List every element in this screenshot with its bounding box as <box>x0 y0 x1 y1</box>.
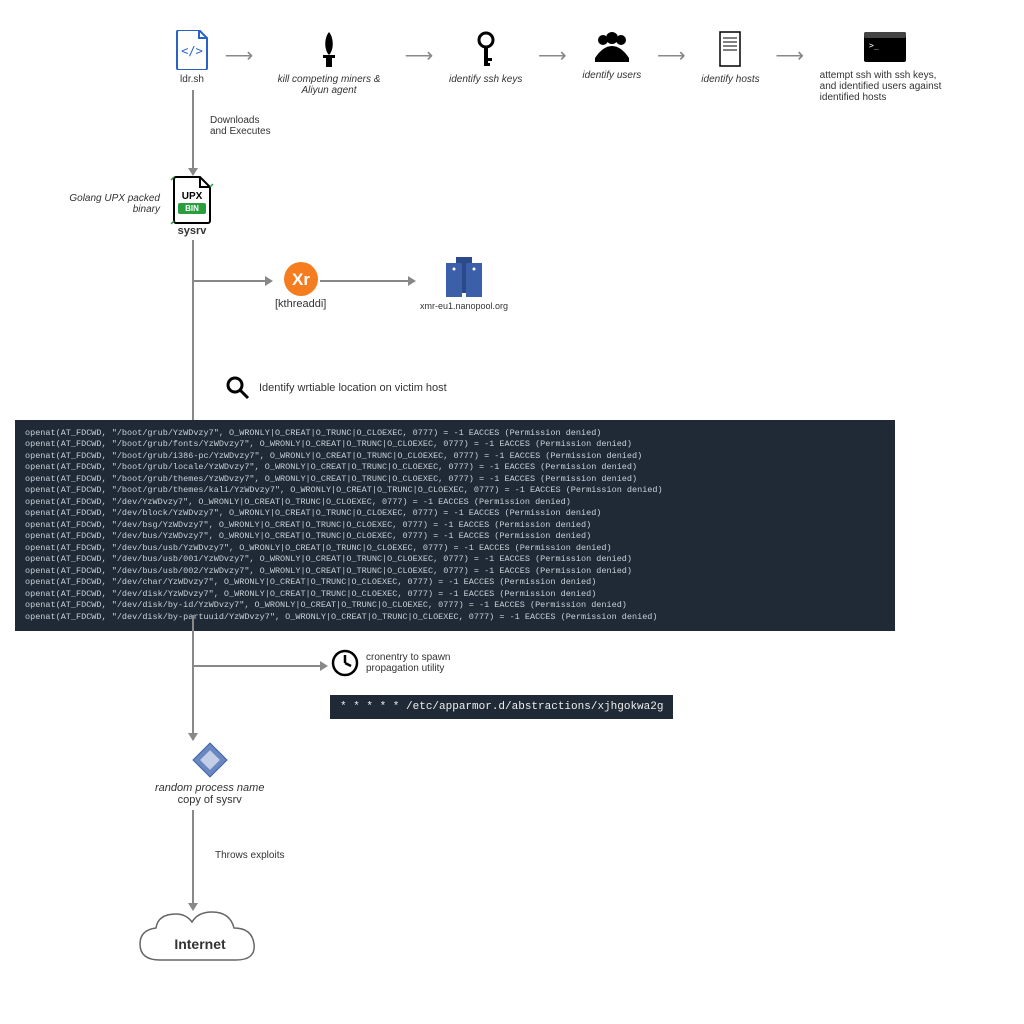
cronentry-node: cronentry to spawn propagation utility <box>330 648 451 678</box>
arrow-icon: ⟶ <box>651 35 691 75</box>
ldr-sh-node: </> ldr.sh <box>175 30 209 85</box>
random-process-label-1: random process name <box>155 782 264 794</box>
hosts-label: identify hosts <box>701 74 759 85</box>
upx-bin-file-icon: UPX BIN <box>170 175 214 225</box>
arrow-down <box>192 615 194 735</box>
script-file-icon: </> <box>175 30 209 70</box>
attempt-ssh-node: >_ attempt ssh with ssh keys, and identi… <box>820 30 950 103</box>
svg-text:Xr: Xr <box>292 270 310 289</box>
arrow-icon: ⟶ <box>770 35 810 75</box>
cron-label-2: propagation utility <box>366 663 451 674</box>
kill-label: kill competing miners & Aliyun agent <box>269 74 389 96</box>
sysrv-label: sysrv <box>170 225 214 237</box>
sysrv-node: UPX BIN sysrv <box>170 175 214 237</box>
users-icon <box>589 30 635 66</box>
downloads-label: Downloads and Executes <box>210 115 271 137</box>
random-process-label-2: copy of sysrv <box>155 794 264 806</box>
svg-text:UPX: UPX <box>182 191 203 202</box>
attempt-label: attempt ssh with ssh keys, and identifie… <box>820 70 950 103</box>
cron-line: * * * * * /etc/apparmor.d/abstractions/x… <box>330 695 673 719</box>
terminal-output: openat(AT_FDCWD, "/boot/grub/YzWDvzy7", … <box>15 420 895 631</box>
nanopool-node: xmr-eu1.nanopool.org <box>420 253 508 311</box>
writable-label: Identify wrtiable location on victim hos… <box>259 382 447 394</box>
ssh-keys-label: identify ssh keys <box>449 74 522 85</box>
clock-icon <box>330 648 360 678</box>
kthreaddi-label: [kthreaddi] <box>275 298 326 310</box>
server-icon <box>717 30 743 70</box>
users-node: identify users <box>582 30 641 81</box>
ldr-label: ldr.sh <box>180 74 204 85</box>
line-down <box>192 240 194 420</box>
magnifier-icon <box>225 375 251 401</box>
arrow-right <box>192 280 267 282</box>
svg-text:</>: </> <box>181 44 203 58</box>
writable-node: Identify wrtiable location on victim hos… <box>225 375 447 401</box>
ssh-keys-node: identify ssh keys <box>449 30 522 85</box>
arrow-down <box>192 90 194 170</box>
internet-node: Internet <box>130 910 270 983</box>
knife-icon <box>314 30 344 70</box>
svg-text:>_: >_ <box>869 41 879 50</box>
internet-label: Internet <box>130 936 270 952</box>
key-icon <box>471 30 501 70</box>
cron-label-1: cronentry to spawn <box>366 652 451 663</box>
arrow-right <box>192 665 322 667</box>
server-stack-icon <box>442 253 486 301</box>
arrow-icon: ⟶ <box>399 35 439 75</box>
hosts-node: identify hosts <box>701 30 759 85</box>
xr-icon: Xr <box>282 260 320 298</box>
diamond-file-icon <box>188 738 232 782</box>
throws-label: Throws exploits <box>215 850 284 861</box>
random-process-node: random process name copy of sysrv <box>155 738 264 806</box>
arrow-icon: ⟶ <box>219 35 259 75</box>
nanopool-label: xmr-eu1.nanopool.org <box>420 301 508 311</box>
golang-label: Golang UPX packed binary <box>65 193 160 215</box>
arrow-right <box>320 280 410 282</box>
svg-text:BIN: BIN <box>185 204 199 213</box>
terminal-window-icon: >_ <box>862 30 908 66</box>
kill-node: kill competing miners & Aliyun agent <box>269 30 389 96</box>
arrow-down <box>192 810 194 905</box>
users-label: identify users <box>582 70 641 81</box>
arrow-icon: ⟶ <box>532 35 572 75</box>
kthreaddi-node: Xr [kthreaddi] <box>275 260 326 310</box>
